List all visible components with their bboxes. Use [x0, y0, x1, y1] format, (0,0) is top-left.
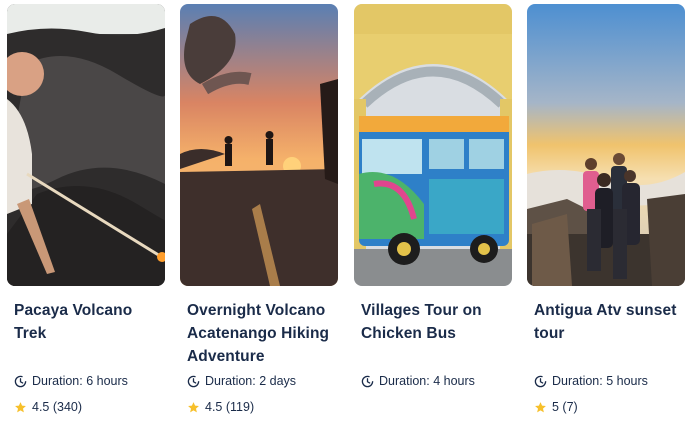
star-icon: [535, 401, 546, 412]
star-icon: [15, 401, 26, 412]
clock-icon: [14, 375, 27, 387]
card-title[interactable]: Pacaya Volcano Trek: [14, 299, 166, 345]
duration-text: Duration: 4 hours: [379, 374, 475, 388]
rating-text: 5 (7): [552, 400, 578, 414]
rating: 5 (7): [534, 400, 578, 414]
card-title[interactable]: Overnight Volcano Acatenango Hiking Adve…: [187, 299, 339, 368]
duration-text: Duration: 2 days: [205, 374, 297, 388]
clock-icon: [361, 375, 374, 387]
chicken-bus-photo[interactable]: [354, 4, 512, 286]
duration: Duration: 2 days: [187, 374, 296, 388]
duration: Duration: 4 hours: [361, 374, 475, 388]
volcano-sunrise-photo[interactable]: [180, 4, 338, 286]
duration-text: Duration: 6 hours: [32, 374, 128, 388]
rating-text: 4.5 (340): [32, 400, 83, 414]
card-title[interactable]: Antigua Atv sunset tour: [534, 299, 686, 345]
star-icon: [188, 401, 199, 412]
clock-icon: [187, 375, 200, 387]
activity-card-atv-sunset[interactable]: Antigua Atv sunset tour Duration: 5 hour…: [527, 0, 687, 430]
activity-card-list: Pacaya Volcano Trek Duration: 6 hours 4.…: [0, 0, 691, 435]
activity-card-pacaya[interactable]: Pacaya Volcano Trek Duration: 6 hours 4.…: [7, 0, 167, 430]
rating-text: 4.5 (119): [205, 400, 255, 414]
duration: Duration: 5 hours: [534, 374, 648, 388]
duration-text: Duration: 5 hours: [552, 374, 648, 388]
rating: 4.5 (119): [187, 400, 254, 414]
activity-card-chicken-bus[interactable]: Villages Tour on Chicken Bus Duration: 4…: [354, 0, 514, 430]
rating: 4.5 (340): [14, 400, 82, 414]
volcano-trek-photo[interactable]: [7, 4, 165, 286]
sunset-group-photo[interactable]: [527, 4, 685, 286]
card-title[interactable]: Villages Tour on Chicken Bus: [361, 299, 513, 345]
duration: Duration: 6 hours: [14, 374, 128, 388]
clock-icon: [534, 375, 547, 387]
activity-card-acatenango[interactable]: Overnight Volcano Acatenango Hiking Adve…: [180, 0, 340, 430]
